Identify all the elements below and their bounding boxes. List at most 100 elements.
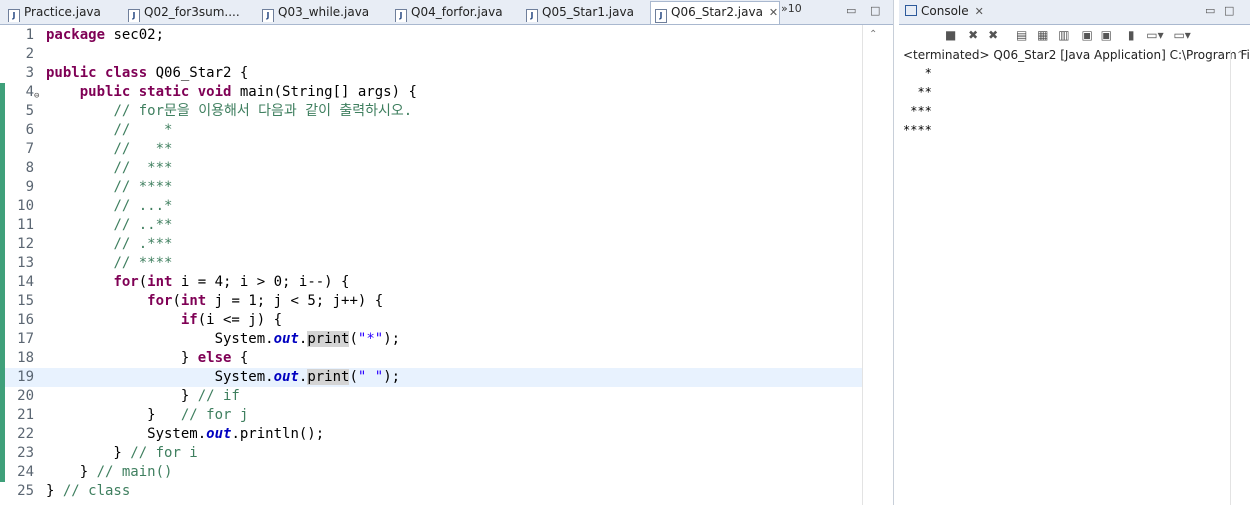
open-console-icon[interactable]: ▭▾ xyxy=(1173,28,1190,42)
code-text[interactable]: // **** xyxy=(46,178,172,197)
code-line[interactable]: 1 package sec02; xyxy=(0,26,862,45)
code-text[interactable]: for(int j = 1; j < 5; j++) { xyxy=(46,292,383,311)
line-number: 23 xyxy=(17,445,34,461)
line-number: 18 xyxy=(17,350,34,366)
editor-tab[interactable]: J Q03_while.java xyxy=(258,2,388,22)
editor-scrollbar[interactable]: ⌃ xyxy=(862,25,894,505)
code-line[interactable]: 17 System.out.print("*"); xyxy=(0,330,862,349)
editor-tab[interactable]: J Q02_for3sum.... xyxy=(124,2,256,22)
code-text[interactable]: // *** xyxy=(46,159,172,178)
code-text[interactable]: System.out.print(" "); xyxy=(46,368,400,387)
code-text[interactable]: // for문을 이용해서 다음과 같이 출력하시오. xyxy=(46,102,412,121)
code-text[interactable]: // ..** xyxy=(46,216,172,235)
line-number: 7 xyxy=(25,141,34,157)
code-line[interactable]: 7 // ** xyxy=(0,140,862,159)
code-text[interactable]: // * xyxy=(46,121,172,140)
code-text[interactable]: // **** xyxy=(46,254,172,273)
code-text[interactable]: for(int i = 4; i > 0; i--) { xyxy=(46,273,349,292)
console-tab[interactable]: Console ✕ xyxy=(905,4,984,18)
remove-all-icon[interactable]: ✖ xyxy=(988,28,998,42)
scroll-up-icon[interactable]: ⌃ xyxy=(869,29,877,40)
change-marker xyxy=(0,178,5,197)
tab-label: Practice.java xyxy=(24,5,101,19)
code-line[interactable]: 2 xyxy=(0,45,862,64)
change-marker xyxy=(0,292,5,311)
code-line[interactable]: 25} // class xyxy=(0,482,862,501)
code-line[interactable]: 21 } // for j xyxy=(0,406,862,425)
code-line[interactable]: 10 // ...* xyxy=(0,197,862,216)
scroll-up-icon[interactable]: ⌃ xyxy=(1236,50,1244,61)
line-number: 17 xyxy=(17,331,34,347)
change-marker xyxy=(0,330,5,349)
code-text[interactable]: System.out.print("*"); xyxy=(46,330,400,349)
line-number: 21 xyxy=(17,407,34,423)
code-line[interactable]: 15 for(int j = 1; j < 5; j++) { xyxy=(0,292,862,311)
show-on-error-icon[interactable]: ▣ xyxy=(1101,28,1112,42)
minimize-icon[interactable]: ▭ xyxy=(1205,4,1215,17)
code-text[interactable]: System.out.println(); xyxy=(46,425,324,444)
code-line[interactable]: 11 // ..** xyxy=(0,216,862,235)
console-scrollbar[interactable]: ⌃ xyxy=(1230,50,1249,505)
close-icon[interactable]: ✕ xyxy=(975,5,984,18)
code-line[interactable]: 16 if(i <= j) { xyxy=(0,311,862,330)
java-file-icon: J xyxy=(128,9,140,22)
code-line[interactable]: 20 } // if xyxy=(0,387,862,406)
code-text[interactable]: // ** xyxy=(46,140,172,159)
line-number: 3 xyxy=(25,65,34,81)
code-text[interactable]: package sec02; xyxy=(46,26,164,45)
line-number: 20 xyxy=(17,388,34,404)
remove-launch-icon[interactable]: ✖ xyxy=(968,28,978,42)
java-file-icon: J xyxy=(395,9,407,22)
close-icon[interactable]: ✕ xyxy=(769,6,778,19)
console-title: Console xyxy=(921,4,969,18)
clear-console-icon[interactable]: ▤ xyxy=(1016,28,1027,42)
line-number: 4 xyxy=(25,84,34,100)
code-line[interactable]: 9 // **** xyxy=(0,178,862,197)
tab-label: Q05_Star1.java xyxy=(542,5,634,19)
code-line[interactable]: 22 System.out.println(); xyxy=(0,425,862,444)
maximize-icon[interactable]: □ xyxy=(1224,4,1234,17)
editor-tab[interactable]: J Q06_Star2.java ✕ xyxy=(650,1,780,24)
code-line[interactable]: 3 public class Q06_Star2 { xyxy=(0,64,862,83)
code-text[interactable]: } // main() xyxy=(46,463,173,482)
code-text[interactable]: } // class xyxy=(46,482,130,501)
code-text[interactable]: public class Q06_Star2 { xyxy=(46,64,248,83)
code-line[interactable]: 12 // .*** xyxy=(0,235,862,254)
minimize-icon[interactable]: ▭ xyxy=(846,4,856,17)
code-text[interactable]: } else { xyxy=(46,349,248,368)
change-marker xyxy=(0,349,5,368)
code-text[interactable]: } // for j xyxy=(46,406,248,425)
change-marker xyxy=(0,425,5,444)
code-line[interactable]: 23 } // for i xyxy=(0,444,862,463)
code-line[interactable]: 4 ⊖ public static void main(String[] args… xyxy=(0,83,862,102)
code-text[interactable]: } // for i xyxy=(46,444,197,463)
code-line[interactable]: 18 } else { xyxy=(0,349,862,368)
code-line[interactable]: 24 } // main() xyxy=(0,463,862,482)
pin-console-icon[interactable]: ▮ xyxy=(1128,28,1135,42)
code-text[interactable]: // ...* xyxy=(46,197,172,216)
terminate-icon[interactable]: ■ xyxy=(945,28,956,42)
code-text[interactable]: } // if xyxy=(46,387,240,406)
tab-overflow[interactable]: »10 xyxy=(781,2,802,15)
scroll-lock-icon[interactable]: ▦ xyxy=(1037,28,1048,42)
code-line[interactable]: 13 // **** xyxy=(0,254,862,273)
output-line: * xyxy=(903,66,932,80)
code-text[interactable]: // .*** xyxy=(46,235,172,254)
maximize-icon[interactable]: □ xyxy=(870,4,880,17)
code-line[interactable]: 5 // for문을 이용해서 다음과 같이 출력하시오. xyxy=(0,102,862,121)
editor-tab[interactable]: J Q05_Star1.java xyxy=(522,2,648,22)
code-line[interactable]: 6 // * xyxy=(0,121,862,140)
show-on-output-icon[interactable]: ▣ xyxy=(1081,28,1092,42)
code-editor: J Practice.java J Q02_for3sum.... J Q03_while… xyxy=(0,0,894,505)
code-text[interactable]: if(i <= j) { xyxy=(46,311,282,330)
display-console-icon[interactable]: ▭▾ xyxy=(1146,28,1163,42)
code-line[interactable]: 19 System.out.print(" "); xyxy=(0,368,862,387)
code-line[interactable]: 8 // *** xyxy=(0,159,862,178)
editor-tab[interactable]: J Practice.java xyxy=(4,2,123,22)
line-number: 14 xyxy=(17,274,34,290)
word-wrap-icon[interactable]: ▥ xyxy=(1058,28,1069,42)
code-area[interactable]: 1 package sec02; 2 3 public class Q06_Star2 … xyxy=(0,25,862,505)
code-text[interactable]: public static void main(String[] args) { xyxy=(46,83,417,102)
code-line[interactable]: 14 for(int i = 4; i > 0; i--) { xyxy=(0,273,862,292)
editor-tab[interactable]: J Q04_forfor.java xyxy=(391,2,519,22)
